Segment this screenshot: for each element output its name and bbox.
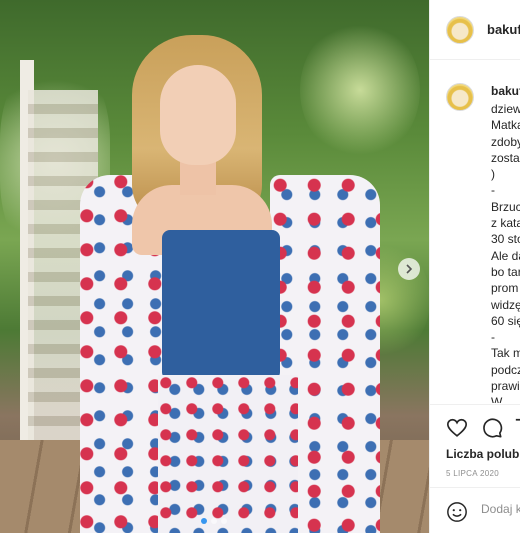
caption-line: Matka xyxy=(491,118,520,133)
avatar-icon[interactable] xyxy=(446,16,474,44)
share-icon xyxy=(515,418,520,421)
avatar-icon[interactable] xyxy=(446,83,474,111)
carousel-dot xyxy=(211,518,217,524)
carousel-dot-active xyxy=(201,518,207,524)
caption-line: Tak m xyxy=(491,346,520,361)
like-button[interactable] xyxy=(446,417,470,441)
caption-line: widzę xyxy=(491,297,520,312)
carousel-indicator xyxy=(201,518,227,524)
caption-line: 60 się xyxy=(491,313,520,328)
caption-line: W xyxy=(491,395,503,403)
caption-text: dziewMatkazdobyzosta)-Brzucz kata30 stoA… xyxy=(491,101,520,403)
post-date[interactable]: 5 LIPCA 2020 xyxy=(446,469,499,478)
caption-line: - xyxy=(491,183,495,198)
comment-input[interactable] xyxy=(481,502,520,516)
comment-icon xyxy=(483,418,503,438)
post-header: bakuf xyxy=(430,0,520,60)
caption-username[interactable]: bakuf xyxy=(491,84,520,98)
caption-line: zdoby xyxy=(491,134,520,149)
caption-line: Ale da xyxy=(491,248,520,263)
caption-line: 30 sto xyxy=(491,232,520,247)
caption-line: prawi xyxy=(491,379,520,394)
share-button[interactable] xyxy=(514,417,520,441)
caption-line: Brzuc xyxy=(491,199,520,214)
post-actions: Liczba polubi 5 LIPCA 2020 xyxy=(430,404,520,533)
tank-top xyxy=(162,230,280,380)
post-sidebar: bakuf bakuf dziewMatkazdobyzosta)-Brzucz… xyxy=(429,0,520,533)
carousel-dot xyxy=(221,518,227,524)
caption-line: - xyxy=(491,330,495,345)
face xyxy=(160,65,236,165)
caption-line: zosta xyxy=(491,150,520,165)
heart-icon xyxy=(447,418,467,437)
model-figure xyxy=(80,25,380,533)
caption-section: bakuf dziewMatkazdobyzosta)-Brzucz kata3… xyxy=(430,61,520,403)
likes-count[interactable]: Liczba polubi xyxy=(446,447,520,461)
carousel-next-button[interactable] xyxy=(398,258,420,280)
caption-line: bo tar xyxy=(491,264,520,279)
caption-line: dziew xyxy=(491,102,520,116)
smiley-icon[interactable] xyxy=(446,501,468,523)
caption-line: z kata xyxy=(491,216,520,231)
caption-line: ) xyxy=(491,167,495,182)
header-username[interactable]: bakuf xyxy=(487,22,520,37)
caption-line: podcz xyxy=(491,362,520,377)
next-arrow-icon xyxy=(406,264,413,274)
post-image[interactable] xyxy=(0,0,429,533)
shorts xyxy=(158,375,298,533)
comment-button[interactable] xyxy=(481,417,505,441)
add-comment-bar xyxy=(430,487,520,533)
caption-line: prom xyxy=(491,281,519,296)
